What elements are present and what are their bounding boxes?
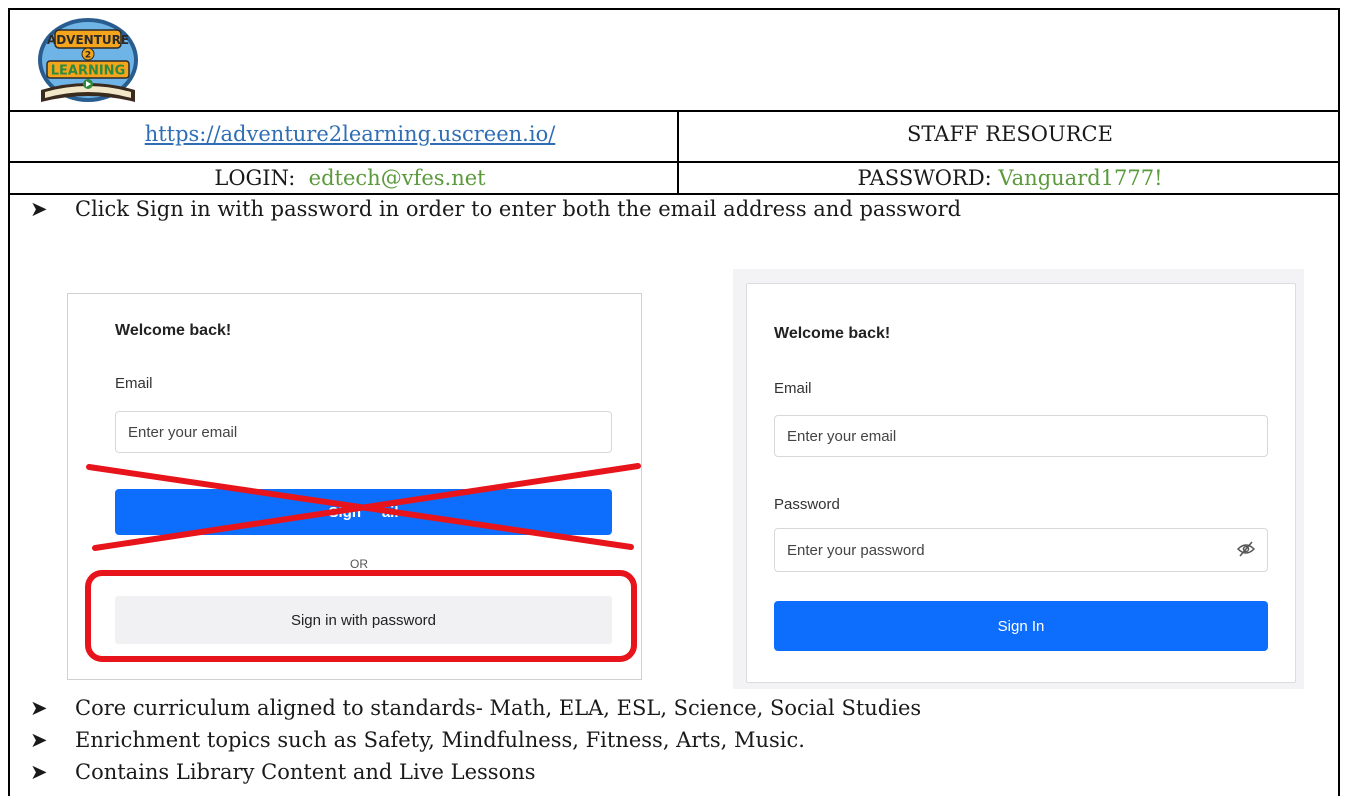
- row-divider: [10, 110, 1338, 112]
- right-email-label: Email: [774, 380, 812, 397]
- bullet-item: ➤ Click Sign in with password in order to…: [30, 197, 961, 221]
- adventure-2-learning-logo: ADVENTURE 2 LEARNING: [38, 18, 138, 102]
- password-credential: PASSWORD: Vanguard1777!: [680, 166, 1340, 190]
- login-label: LOGIN:: [214, 166, 296, 190]
- sign-in-with-password-button[interactable]: Sign in with password: [115, 596, 612, 644]
- row-divider: [10, 161, 1338, 163]
- sign-in-button[interactable]: Sign In: [774, 601, 1268, 651]
- left-login-screenshot: Welcome back! Email Enter your email Sig…: [67, 293, 642, 680]
- bullet-text: Click Sign in with password in order to …: [75, 197, 962, 221]
- login-value: edtech@vfes.net: [308, 166, 486, 190]
- bullet-item: ➤ Core curriculum aligned to standards- M…: [30, 696, 921, 720]
- or-divider-text: OR: [350, 557, 368, 571]
- bullet-text: Core curriculum aligned to standards- Ma…: [75, 696, 922, 720]
- staff-resource-label: STAFF RESOURCE: [907, 122, 1113, 146]
- right-password-label: Password: [774, 496, 840, 513]
- right-email-input[interactable]: Enter your email: [774, 415, 1268, 457]
- left-email-input[interactable]: Enter your email: [115, 411, 612, 453]
- sign-in-with-email-label: Sign ail: [328, 503, 399, 521]
- arrow-bullet-icon: ➤: [30, 696, 48, 720]
- svg-text:LEARNING: LEARNING: [51, 64, 126, 79]
- bullet-item: ➤ Enrichment topics such as Safety, Mindf…: [30, 728, 805, 752]
- login-credential: LOGIN: edtech@vfes.net: [40, 166, 660, 190]
- password-label: PASSWORD:: [857, 166, 992, 190]
- svg-text:ADVENTURE: ADVENTURE: [47, 33, 129, 47]
- password-value: Vanguard1777!: [998, 166, 1163, 190]
- bullet-text: Contains Library Content and Live Lesson…: [75, 760, 536, 784]
- left-email-label: Email: [115, 375, 153, 392]
- right-password-input[interactable]: Enter your password: [774, 528, 1268, 572]
- arrow-bullet-icon: ➤: [30, 760, 48, 784]
- column-divider: [677, 110, 679, 195]
- arrow-bullet-icon: ➤: [30, 728, 48, 752]
- password-placeholder: Enter your password: [787, 541, 925, 559]
- bullet-text: Enrichment topics such as Safety, Mindfu…: [75, 728, 805, 752]
- site-url-link[interactable]: https://adventure2learning.uscreen.io/: [40, 122, 660, 146]
- right-welcome-title: Welcome back!: [774, 325, 891, 342]
- sign-in-with-email-button[interactable]: Sign ail: [115, 489, 612, 535]
- eye-slash-icon[interactable]: [1236, 540, 1256, 558]
- bullet-item: ➤ Contains Library Content and Live Lesso…: [30, 760, 536, 784]
- left-welcome-title: Welcome back!: [115, 322, 232, 339]
- row-divider: [10, 193, 1338, 195]
- svg-text:2: 2: [85, 51, 91, 61]
- right-login-screenshot: Welcome back! Email Enter your email Pas…: [746, 283, 1296, 683]
- arrow-bullet-icon: ➤: [30, 197, 48, 221]
